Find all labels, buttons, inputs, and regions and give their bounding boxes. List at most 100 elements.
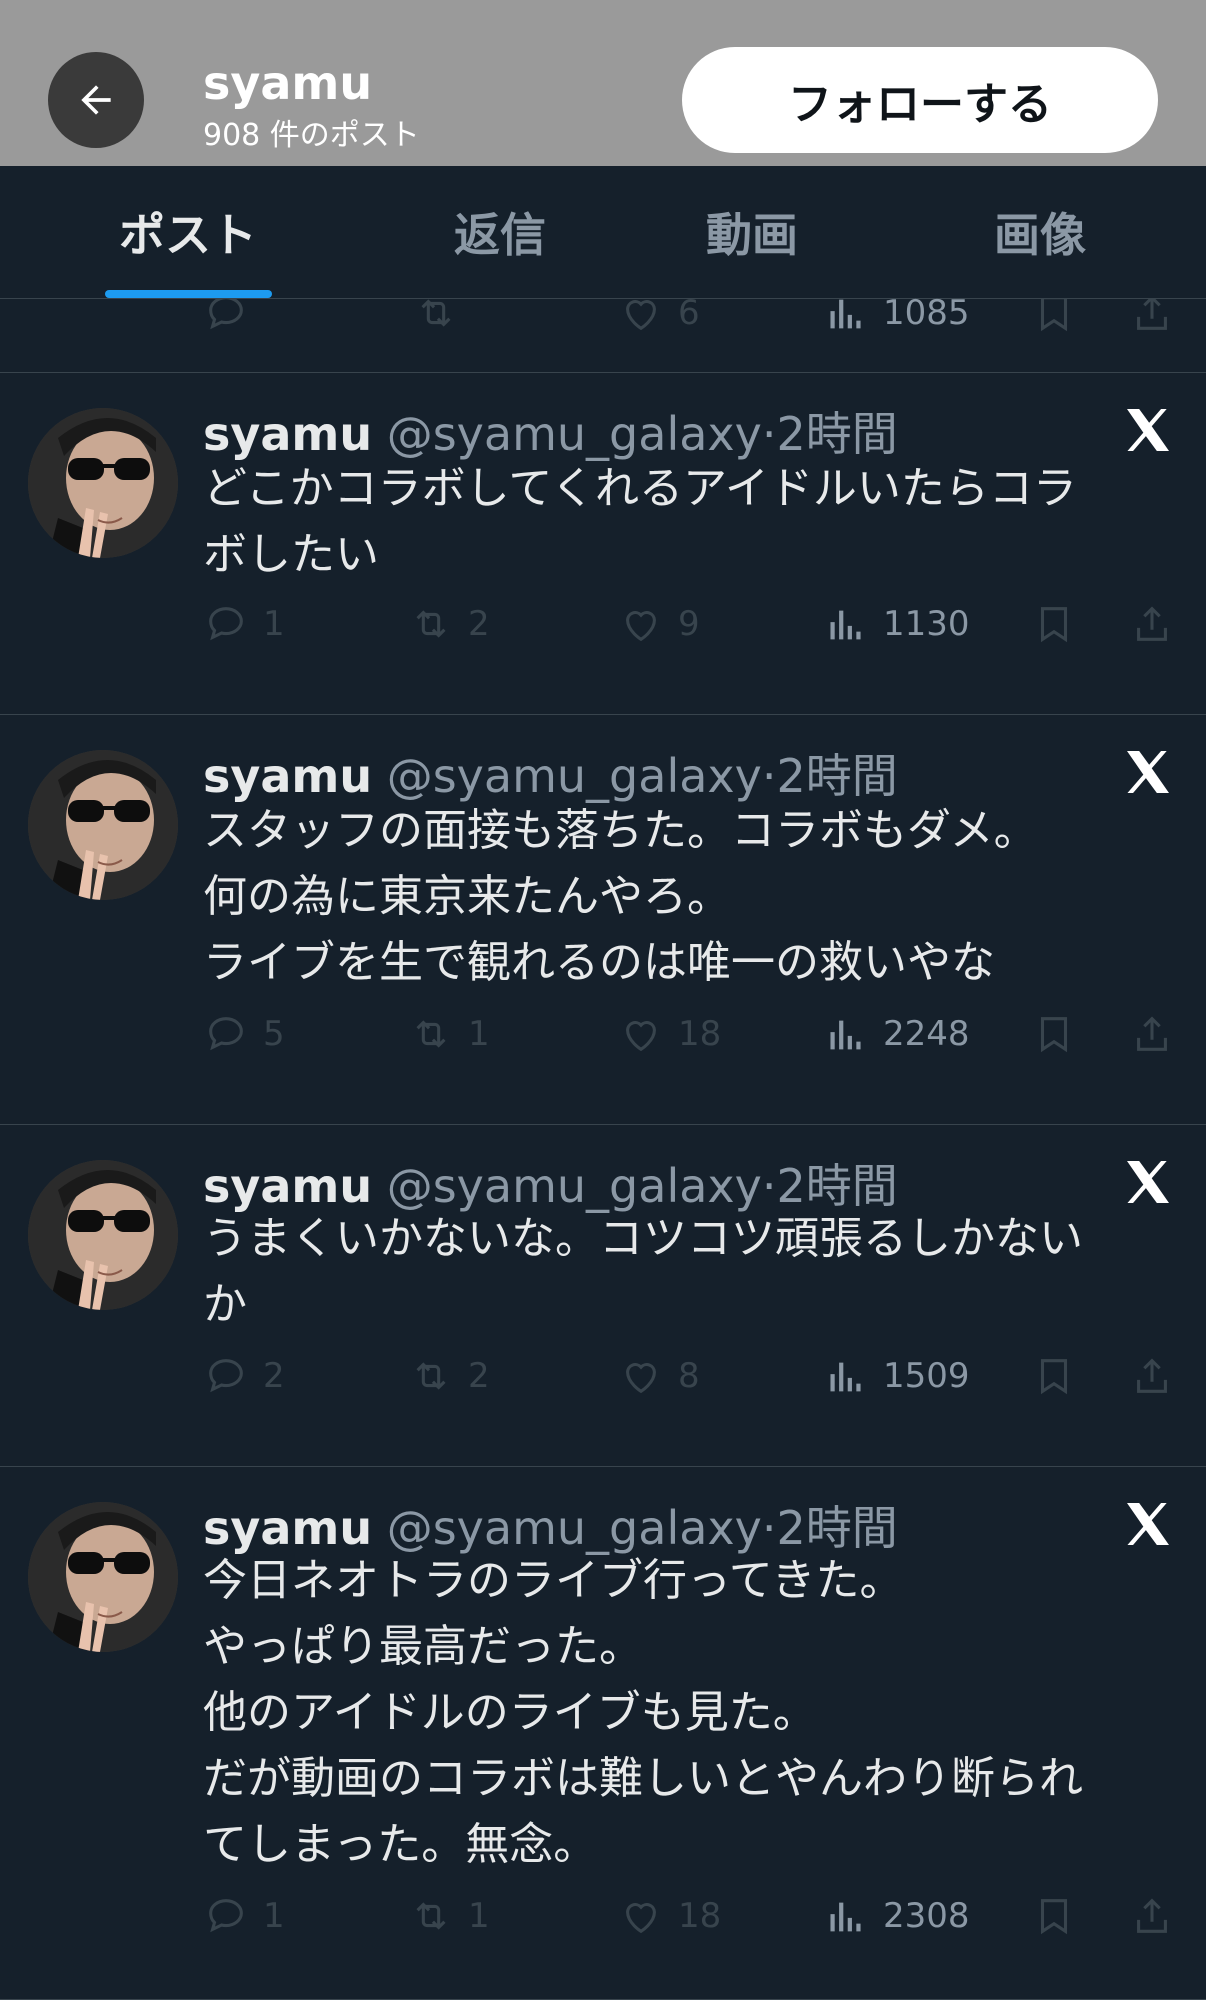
x-logo-button[interactable]: [1120, 1154, 1176, 1210]
x-logo-button[interactable]: [1120, 402, 1176, 458]
bookmark-button[interactable]: [1031, 1351, 1077, 1401]
repost-button[interactable]: 2: [408, 599, 490, 649]
reply-button[interactable]: 5: [203, 1009, 285, 1059]
views-icon: [830, 1020, 861, 1050]
like-button[interactable]: 18: [618, 1009, 721, 1059]
avatar[interactable]: [28, 1160, 178, 1310]
share-icon: [1137, 1016, 1167, 1051]
avatar-image: [28, 1160, 178, 1310]
reply-icon: [209, 607, 243, 641]
post-timestamp[interactable]: ·2時間: [762, 749, 898, 803]
post-item[interactable]: syamu @syamu_galaxy·2時間 うまくいかないな。コツコツ頑張るし…: [0, 1124, 1206, 1467]
reply-button[interactable]: [203, 298, 249, 338]
tab-images[interactable]: 画像: [940, 166, 1140, 298]
heart-icon: [626, 611, 656, 642]
views-button[interactable]: 1509: [823, 1351, 970, 1401]
post-text: 今日ネオトラのライブ行ってきた。 やっぱり最高だった。 他のアイドルのライブも見…: [203, 1555, 1083, 1870]
repost-icon: [421, 299, 451, 327]
avatar[interactable]: [28, 750, 178, 900]
bookmark-icon: [1040, 1899, 1068, 1935]
repost-button[interactable]: [413, 298, 459, 338]
post-timestamp[interactable]: ·2時間: [762, 1501, 898, 1555]
reply-icon: [209, 1017, 243, 1051]
post-author-handle[interactable]: @syamu_galaxy: [387, 407, 762, 461]
x-logo-icon: [1127, 409, 1169, 451]
reply-icon: [209, 1359, 243, 1393]
like-count: 9: [678, 604, 700, 644]
profile-tabs: ポスト 返信 動画 画像: [0, 166, 1206, 299]
repost-count: 2: [468, 604, 490, 644]
post-timestamp[interactable]: ·2時間: [762, 407, 898, 461]
post-text: どこかコラボしてくれるアイドルいたらコラ ボしたい: [203, 463, 1077, 580]
share-button[interactable]: [1129, 599, 1175, 649]
post-author-handle[interactable]: @syamu_galaxy: [387, 1159, 762, 1213]
bookmark-button[interactable]: [1031, 1891, 1077, 1941]
share-button[interactable]: [1129, 1351, 1175, 1401]
follow-button[interactable]: フォローする: [682, 47, 1158, 153]
x-logo-button[interactable]: [1120, 744, 1176, 800]
post-actions: 2 2 8 1509: [203, 1351, 1183, 1401]
views-button[interactable]: 1085: [823, 298, 970, 338]
repost-button[interactable]: 2: [408, 1351, 490, 1401]
like-button[interactable]: 18: [618, 1891, 721, 1941]
reply-button[interactable]: 1: [203, 1891, 285, 1941]
share-button[interactable]: [1129, 298, 1175, 338]
post-author-handle[interactable]: @syamu_galaxy: [387, 1501, 762, 1555]
tab-replies[interactable]: 返信: [400, 166, 600, 298]
heart-icon: [626, 1903, 656, 1934]
share-button[interactable]: [1129, 1009, 1175, 1059]
share-button[interactable]: [1129, 1891, 1175, 1941]
repost-count: 2: [468, 1356, 490, 1396]
back-button[interactable]: [48, 52, 144, 148]
x-logo-button[interactable]: [1120, 1496, 1176, 1552]
profile-name: syamu: [203, 56, 373, 110]
views-icon: [830, 1902, 861, 1932]
post-header: syamu @syamu_galaxy·2時間: [203, 740, 898, 806]
reply-button[interactable]: 2: [203, 1351, 285, 1401]
avatar[interactable]: [28, 408, 178, 558]
post-timestamp[interactable]: ·2時間: [762, 1159, 898, 1213]
post-item[interactable]: syamu @syamu_galaxy·2時間 今日ネオトラのライブ行ってきた。 …: [0, 1466, 1206, 2000]
share-icon: [1137, 606, 1167, 641]
repost-button[interactable]: 1: [408, 1891, 490, 1941]
repost-button[interactable]: 1: [408, 1009, 490, 1059]
bookmark-button[interactable]: [1031, 599, 1077, 649]
post-item[interactable]: syamu @syamu_galaxy·2時間 どこかコラボしてくれるアイドルいた…: [0, 372, 1206, 715]
post-item[interactable]: syamu @syamu_galaxy·2時間 スタッフの面接も落ちた。コラボもダ…: [0, 714, 1206, 1125]
post-author-name[interactable]: syamu: [203, 749, 372, 803]
post-count: 908 件のポスト: [203, 118, 420, 153]
tab-videos[interactable]: 動画: [652, 166, 852, 298]
reply-button[interactable]: 1: [203, 599, 285, 649]
post-author-handle[interactable]: @syamu_galaxy: [387, 749, 762, 803]
share-icon: [1137, 1358, 1167, 1393]
views-button[interactable]: 1130: [823, 599, 970, 649]
repost-icon: [416, 610, 446, 638]
bookmark-button[interactable]: [1031, 298, 1077, 338]
post-author-name[interactable]: syamu: [203, 407, 372, 461]
avatar[interactable]: [28, 1502, 178, 1652]
like-button[interactable]: 9: [618, 599, 700, 649]
reply-count: 5: [263, 1014, 285, 1054]
like-count: 6: [678, 298, 700, 333]
like-button[interactable]: 6: [618, 298, 700, 338]
x-logo-icon: [1127, 751, 1169, 793]
view-count: 2308: [883, 1896, 970, 1936]
post-actions: 1 1 18 2308: [203, 1891, 1183, 1941]
bookmark-button[interactable]: [1031, 1009, 1077, 1059]
share-icon: [1137, 298, 1167, 330]
views-button[interactable]: 2308: [823, 1891, 970, 1941]
view-count: 1130: [883, 604, 970, 644]
profile-header: syamu 908 件のポスト フォローする: [0, 0, 1206, 166]
avatar-image: [28, 408, 178, 558]
active-tab-indicator: [105, 290, 272, 298]
tab-posts[interactable]: ポスト: [88, 166, 288, 298]
like-button[interactable]: 8: [618, 1351, 700, 1401]
post-text: スタッフの面接も落ちた。コラボもダメ。 何の為に東京来たんやろ。 ライブを生で観…: [203, 805, 1038, 988]
repost-count: 1: [468, 1014, 490, 1054]
reply-icon: [209, 1899, 243, 1933]
post-author-name[interactable]: syamu: [203, 1501, 372, 1555]
reply-count: 1: [263, 1896, 285, 1936]
views-button[interactable]: 2248: [823, 1009, 970, 1059]
like-count: 18: [678, 1896, 722, 1936]
post-author-name[interactable]: syamu: [203, 1159, 372, 1213]
